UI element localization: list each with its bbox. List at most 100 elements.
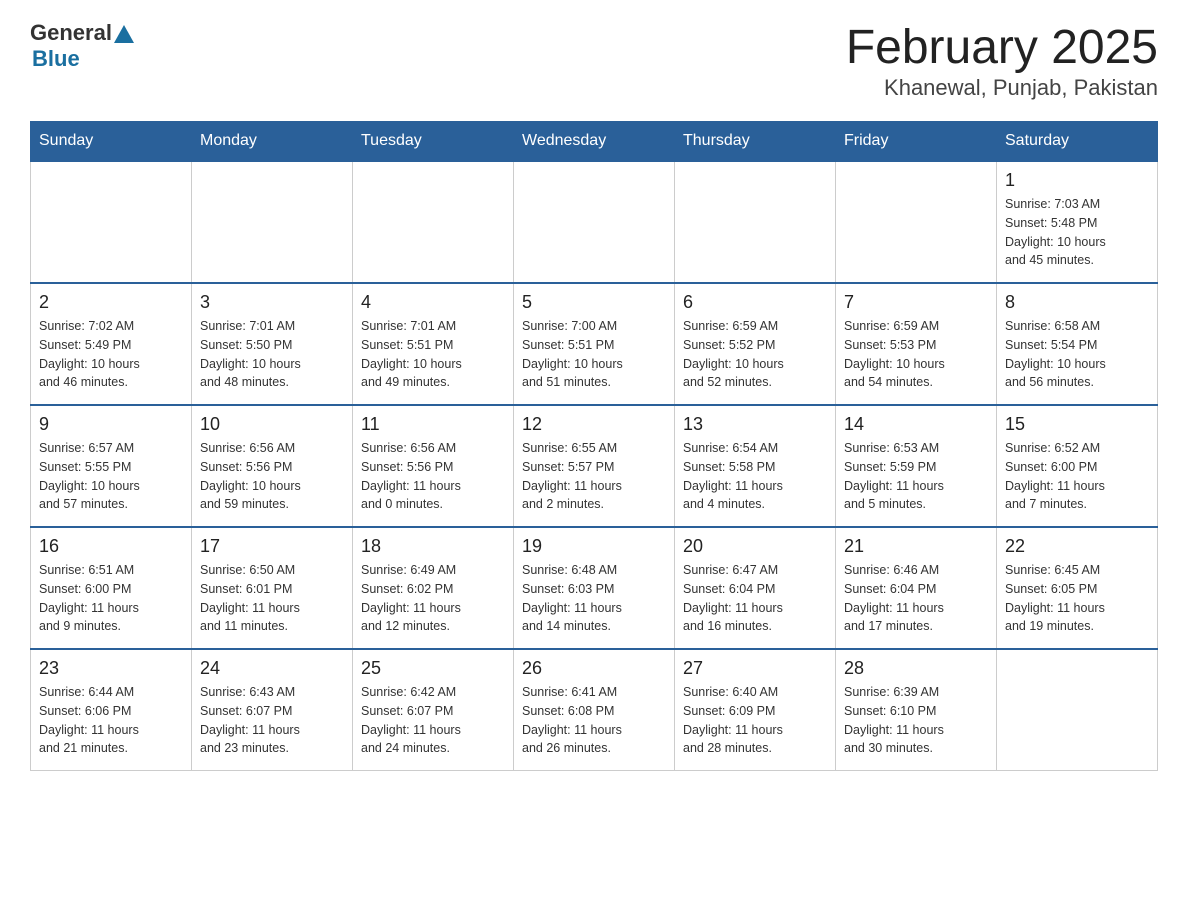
day-number: 7 <box>844 292 988 313</box>
day-info: Sunrise: 6:42 AM Sunset: 6:07 PM Dayligh… <box>361 683 505 758</box>
calendar-cell: 27 Sunrise: 6:40 AM Sunset: 6:09 PM Dayli… <box>675 649 836 771</box>
day-info: Sunrise: 6:57 AM Sunset: 5:55 PM Dayligh… <box>39 439 183 514</box>
calendar-cell <box>31 161 192 283</box>
calendar-cell: 26Sunrise: 6:41 AM Sunset: 6:08 PM Dayli… <box>514 649 675 771</box>
day-number: 3 <box>200 292 344 313</box>
day-number: 8 <box>1005 292 1149 313</box>
calendar-cell: 8 Sunrise: 6:58 AM Sunset: 5:54 PM Daylig… <box>997 283 1158 405</box>
calendar-cell: 16Sunrise: 6:51 AM Sunset: 6:00 PM Dayli… <box>31 527 192 649</box>
day-of-week-sunday: Sunday <box>31 122 192 162</box>
day-number: 11 <box>361 414 505 435</box>
day-number: 18 <box>361 536 505 557</box>
calendar-cell: 28 Sunrise: 6:39 AM Sunset: 6:10 PM Dayli… <box>836 649 997 771</box>
day-number: 28 <box>844 658 988 679</box>
calendar-cell: 14 Sunrise: 6:53 AM Sunset: 5:59 PM Dayli… <box>836 405 997 527</box>
day-info: Sunrise: 6:47 AM Sunset: 6:04 PM Dayligh… <box>683 561 827 636</box>
day-info: Sunrise: 7:00 AM Sunset: 5:51 PM Dayligh… <box>522 317 666 392</box>
calendar-cell: 21Sunrise: 6:46 AM Sunset: 6:04 PM Dayli… <box>836 527 997 649</box>
logo-line1: General <box>30 20 134 46</box>
calendar-cell: 23 Sunrise: 6:44 AM Sunset: 6:06 PM Dayli… <box>31 649 192 771</box>
day-of-week-friday: Friday <box>836 122 997 162</box>
calendar-cell: 22 Sunrise: 6:45 AM Sunset: 6:05 PM Dayli… <box>997 527 1158 649</box>
calendar-cell: 17 Sunrise: 6:50 AM Sunset: 6:01 PM Dayli… <box>192 527 353 649</box>
logo: General Blue <box>30 20 134 72</box>
day-info: Sunrise: 6:55 AM Sunset: 5:57 PM Dayligh… <box>522 439 666 514</box>
calendar-cell <box>997 649 1158 771</box>
day-info: Sunrise: 6:48 AM Sunset: 6:03 PM Dayligh… <box>522 561 666 636</box>
calendar-cell: 12 Sunrise: 6:55 AM Sunset: 5:57 PM Dayli… <box>514 405 675 527</box>
day-number: 12 <box>522 414 666 435</box>
day-number: 1 <box>1005 170 1149 191</box>
calendar-cell: 7 Sunrise: 6:59 AM Sunset: 5:53 PM Daylig… <box>836 283 997 405</box>
day-number: 9 <box>39 414 183 435</box>
calendar-cell: 20Sunrise: 6:47 AM Sunset: 6:04 PM Dayli… <box>675 527 836 649</box>
calendar-week-5: 23 Sunrise: 6:44 AM Sunset: 6:06 PM Dayli… <box>31 649 1158 771</box>
calendar-cell: 10 Sunrise: 6:56 AM Sunset: 5:56 PM Dayli… <box>192 405 353 527</box>
calendar-week-2: 2 Sunrise: 7:02 AM Sunset: 5:49 PM Daylig… <box>31 283 1158 405</box>
calendar-cell: 24 Sunrise: 6:43 AM Sunset: 6:07 PM Dayli… <box>192 649 353 771</box>
calendar-header: SundayMondayTuesdayWednesdayThursdayFrid… <box>31 122 1158 162</box>
calendar-cell <box>353 161 514 283</box>
calendar-cell: 18 Sunrise: 6:49 AM Sunset: 6:02 PM Dayli… <box>353 527 514 649</box>
calendar-cell: 6 Sunrise: 6:59 AM Sunset: 5:52 PM Daylig… <box>675 283 836 405</box>
day-number: 5 <box>522 292 666 313</box>
calendar-body: 1Sunrise: 7:03 AM Sunset: 5:48 PM Daylig… <box>31 161 1158 771</box>
day-number: 17 <box>200 536 344 557</box>
day-number: 13 <box>683 414 827 435</box>
day-info: Sunrise: 6:45 AM Sunset: 6:05 PM Dayligh… <box>1005 561 1149 636</box>
day-number: 6 <box>683 292 827 313</box>
day-info: Sunrise: 6:39 AM Sunset: 6:10 PM Dayligh… <box>844 683 988 758</box>
calendar-title: February 2025 <box>846 20 1158 75</box>
day-number: 25 <box>361 658 505 679</box>
logo-blue-text: Blue <box>32 46 134 72</box>
calendar-cell: 25 Sunrise: 6:42 AM Sunset: 6:07 PM Dayli… <box>353 649 514 771</box>
calendar-cell: 3 Sunrise: 7:01 AM Sunset: 5:50 PM Daylig… <box>192 283 353 405</box>
logo-triangle-icon <box>114 25 134 43</box>
calendar-cell <box>836 161 997 283</box>
calendar-cell: 15Sunrise: 6:52 AM Sunset: 6:00 PM Dayli… <box>997 405 1158 527</box>
day-number: 22 <box>1005 536 1149 557</box>
day-info: Sunrise: 6:43 AM Sunset: 6:07 PM Dayligh… <box>200 683 344 758</box>
day-info: Sunrise: 6:58 AM Sunset: 5:54 PM Dayligh… <box>1005 317 1149 392</box>
day-number: 10 <box>200 414 344 435</box>
day-info: Sunrise: 6:56 AM Sunset: 5:56 PM Dayligh… <box>200 439 344 514</box>
calendar-week-3: 9 Sunrise: 6:57 AM Sunset: 5:55 PM Daylig… <box>31 405 1158 527</box>
calendar-cell: 9 Sunrise: 6:57 AM Sunset: 5:55 PM Daylig… <box>31 405 192 527</box>
day-number: 23 <box>39 658 183 679</box>
day-info: Sunrise: 6:49 AM Sunset: 6:02 PM Dayligh… <box>361 561 505 636</box>
day-info: Sunrise: 6:50 AM Sunset: 6:01 PM Dayligh… <box>200 561 344 636</box>
day-info: Sunrise: 6:53 AM Sunset: 5:59 PM Dayligh… <box>844 439 988 514</box>
day-info: Sunrise: 6:54 AM Sunset: 5:58 PM Dayligh… <box>683 439 827 514</box>
calendar-table: SundayMondayTuesdayWednesdayThursdayFrid… <box>30 121 1158 771</box>
logo-block: General Blue <box>30 20 134 72</box>
day-of-week-wednesday: Wednesday <box>514 122 675 162</box>
calendar-cell: 2 Sunrise: 7:02 AM Sunset: 5:49 PM Daylig… <box>31 283 192 405</box>
day-of-week-saturday: Saturday <box>997 122 1158 162</box>
day-of-week-thursday: Thursday <box>675 122 836 162</box>
calendar-cell: 11Sunrise: 6:56 AM Sunset: 5:56 PM Dayli… <box>353 405 514 527</box>
day-of-week-tuesday: Tuesday <box>353 122 514 162</box>
day-info: Sunrise: 6:40 AM Sunset: 6:09 PM Dayligh… <box>683 683 827 758</box>
day-number: 2 <box>39 292 183 313</box>
day-info: Sunrise: 7:02 AM Sunset: 5:49 PM Dayligh… <box>39 317 183 392</box>
calendar-subtitle: Khanewal, Punjab, Pakistan <box>846 75 1158 101</box>
day-info: Sunrise: 6:59 AM Sunset: 5:52 PM Dayligh… <box>683 317 827 392</box>
day-number: 19 <box>522 536 666 557</box>
day-info: Sunrise: 6:59 AM Sunset: 5:53 PM Dayligh… <box>844 317 988 392</box>
day-of-week-monday: Monday <box>192 122 353 162</box>
calendar-cell: 19 Sunrise: 6:48 AM Sunset: 6:03 PM Dayli… <box>514 527 675 649</box>
day-info: Sunrise: 6:41 AM Sunset: 6:08 PM Dayligh… <box>522 683 666 758</box>
day-number: 14 <box>844 414 988 435</box>
day-number: 24 <box>200 658 344 679</box>
calendar-cell: 13 Sunrise: 6:54 AM Sunset: 5:58 PM Dayli… <box>675 405 836 527</box>
day-info: Sunrise: 6:44 AM Sunset: 6:06 PM Dayligh… <box>39 683 183 758</box>
day-info: Sunrise: 7:01 AM Sunset: 5:50 PM Dayligh… <box>200 317 344 392</box>
calendar-week-1: 1Sunrise: 7:03 AM Sunset: 5:48 PM Daylig… <box>31 161 1158 283</box>
page-header: General Blue February 2025 Khanewal, Pun… <box>30 20 1158 101</box>
calendar-week-4: 16Sunrise: 6:51 AM Sunset: 6:00 PM Dayli… <box>31 527 1158 649</box>
day-number: 27 <box>683 658 827 679</box>
calendar-cell: 1Sunrise: 7:03 AM Sunset: 5:48 PM Daylig… <box>997 161 1158 283</box>
calendar-cell <box>192 161 353 283</box>
title-block: February 2025 Khanewal, Punjab, Pakistan <box>846 20 1158 101</box>
calendar-cell <box>675 161 836 283</box>
